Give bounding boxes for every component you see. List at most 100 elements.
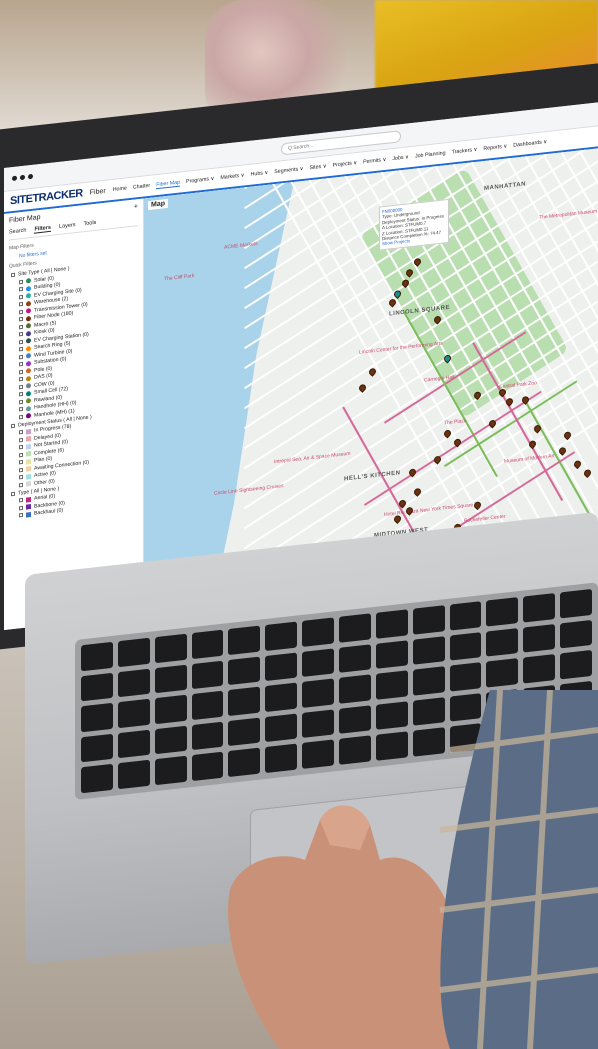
keyboard-key [412, 605, 445, 635]
checkbox[interactable] [19, 354, 23, 359]
checkbox[interactable] [19, 309, 23, 314]
checkbox[interactable] [19, 459, 23, 465]
sitetracker-logo: SITETRACKER [10, 187, 83, 208]
tab-tools[interactable]: Tools [83, 220, 96, 228]
keyboard-key [302, 647, 334, 678]
nav-item[interactable]: Fiber Map [156, 179, 181, 189]
nav-item[interactable]: Permits ∨ [363, 156, 386, 166]
checkbox[interactable] [19, 406, 23, 412]
filter-swatch [26, 338, 31, 344]
checkbox[interactable] [19, 497, 23, 503]
keyboard-key [560, 650, 592, 680]
keyboard-key [154, 664, 187, 694]
checkbox[interactable] [19, 467, 23, 472]
checkbox[interactable] [19, 339, 23, 344]
checkbox[interactable] [19, 369, 23, 374]
checkbox[interactable] [19, 294, 23, 299]
checkbox[interactable] [19, 429, 23, 435]
nav-item[interactable]: Trackers ∨ [452, 146, 478, 156]
keyboard-key [81, 641, 113, 671]
nav-item[interactable]: Segments ∨ [274, 165, 303, 175]
checkbox[interactable] [19, 482, 23, 487]
filter-swatch [26, 443, 31, 450]
checkbox[interactable] [19, 391, 23, 397]
checkbox[interactable] [19, 361, 23, 367]
checkbox[interactable] [19, 376, 23, 382]
tab-search[interactable]: Search [9, 228, 26, 237]
checkbox[interactable] [19, 384, 23, 389]
keyboard-key [339, 674, 371, 704]
photo-scene: Q Search... SITETRACKER Fiber Home Chatte… [0, 0, 598, 1049]
keyboard-key [486, 597, 519, 627]
checkbox[interactable] [19, 324, 23, 329]
map-poi[interactable]: The Plaza [444, 418, 467, 426]
filter-swatch [26, 375, 31, 382]
keyboard-key [81, 733, 113, 763]
keyboard-key [375, 670, 408, 700]
nav-item[interactable]: Job Planning [415, 150, 446, 160]
checkbox[interactable] [19, 505, 23, 510]
keyboard-key [228, 686, 261, 716]
nav-item[interactable]: Chatter [133, 182, 150, 191]
keyboard-key [560, 588, 592, 619]
app-name: Fiber [89, 187, 106, 197]
checkbox[interactable] [19, 279, 23, 284]
filter-label: Backhaul (0) [34, 507, 64, 517]
keyboard-key [449, 662, 482, 692]
keyboard-key [265, 682, 298, 712]
keyboard-key [117, 698, 150, 729]
keyboard-key [228, 747, 261, 778]
checkbox[interactable] [19, 301, 23, 307]
filter-swatch [26, 451, 31, 457]
checkbox[interactable] [19, 444, 23, 450]
filter-swatch [26, 466, 31, 472]
nav-item[interactable]: Projects ∨ [333, 160, 357, 170]
nav-item[interactable]: Jobs ∨ [392, 154, 409, 163]
checkbox[interactable] [19, 346, 23, 352]
map-pin[interactable] [472, 500, 483, 511]
nav-item[interactable]: Reports ∨ [483, 143, 507, 153]
checkbox[interactable] [19, 474, 23, 480]
nav-item[interactable]: Sites ∨ [309, 163, 326, 172]
checkbox[interactable] [19, 414, 23, 419]
map-pin[interactable] [357, 382, 368, 393]
nav-item[interactable]: Home [113, 185, 127, 194]
keyboard-key [81, 703, 113, 733]
keyboard-key [154, 756, 187, 786]
checkbox[interactable] [19, 399, 23, 404]
map-pin[interactable] [572, 459, 583, 470]
keyboard-key [117, 668, 150, 698]
tab-layers[interactable]: Layers [59, 222, 76, 231]
keyboard-key [486, 658, 519, 688]
checkbox[interactable] [19, 316, 23, 322]
add-icon[interactable]: + [134, 203, 138, 210]
checkbox[interactable] [19, 331, 23, 337]
keyboard-key [302, 678, 334, 708]
filter-swatch [26, 345, 31, 352]
keyboard-key [191, 629, 224, 659]
keyboard-key [375, 731, 408, 761]
keyboard-key [228, 625, 261, 655]
filter-swatch [26, 504, 31, 510]
window-controls[interactable] [12, 173, 33, 182]
checkbox[interactable] [19, 512, 23, 518]
nav-item[interactable]: Hubs ∨ [251, 169, 269, 178]
filter-swatch [26, 413, 31, 419]
checkbox[interactable] [19, 286, 23, 292]
filter-swatch [26, 330, 31, 337]
checkbox[interactable] [19, 437, 23, 442]
keyboard-key [449, 631, 482, 661]
nav-item[interactable]: Dashboards ∨ [513, 139, 547, 150]
checkbox[interactable] [19, 452, 23, 457]
keyboard-key [154, 725, 187, 755]
keyboard-key [339, 705, 371, 735]
filter-swatch [26, 496, 31, 503]
nav-item[interactable]: Programs ∨ [186, 175, 214, 185]
keyboard-key [191, 690, 224, 720]
keyboard-key [339, 735, 371, 765]
filter-swatch [26, 398, 31, 404]
keyboard-key [375, 639, 408, 669]
tab-filters[interactable]: Filters [34, 224, 51, 234]
map-tooltip: FN000000 Type: Underground Deployment Sta… [379, 198, 449, 251]
nav-item[interactable]: Markets ∨ [220, 172, 244, 182]
